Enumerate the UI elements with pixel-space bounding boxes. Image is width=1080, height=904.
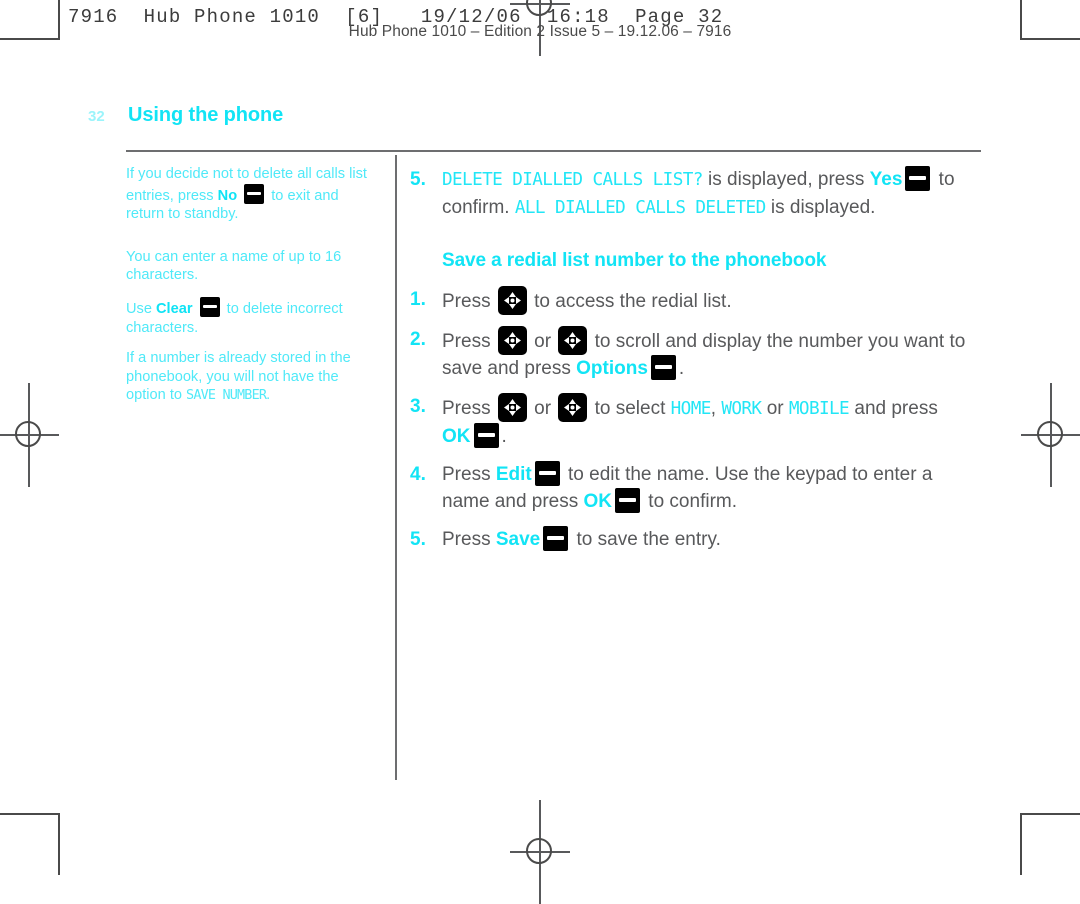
step-item: 1. Press to access the redial list.: [410, 286, 970, 315]
header-rule: [126, 150, 981, 152]
step-text-a: Press: [442, 331, 496, 352]
step-text-b: to select: [589, 398, 671, 419]
step-text: Press Save to save the entry.: [442, 526, 970, 553]
step-number: 5.: [410, 529, 426, 550]
step-text: DELETE DIALLED CALLS LIST? is displayed,…: [442, 166, 970, 222]
crop-mark-bottom-left: [0, 813, 60, 875]
registration-mark-right: [1021, 383, 1080, 487]
sidebar-note-1-keyword-no: No: [217, 187, 238, 204]
keyword-yes: Yes: [869, 169, 903, 190]
sidebar-note-1: If you decide not to delete all calls li…: [126, 165, 376, 224]
softkey-icon: [905, 166, 931, 191]
navigation-key-icon: [558, 326, 588, 355]
step-item: 5. DELETE DIALLED CALLS LIST? is display…: [410, 166, 970, 222]
lcd-prompt-delete-dialled-calls-list: DELETE DIALLED CALLS LIST?: [442, 170, 703, 190]
keyword-ok: OK: [442, 426, 471, 447]
keyword-ok: OK: [583, 491, 613, 512]
step-text-a: Press: [442, 464, 496, 485]
step-item: 3. Press or to select HOME, WORK or MOBI…: [410, 393, 970, 450]
crop-mark-bottom-right: [1020, 813, 1080, 875]
main-content: 5. DELETE DIALLED CALLS LIST? is display…: [410, 166, 970, 564]
step-text: Press or to select HOME, WORK or MOBILE …: [442, 393, 970, 450]
sidebar-note-2: You can enter a name of up to 16 charact…: [126, 248, 342, 284]
step-text-a: is displayed, press: [702, 169, 870, 190]
running-head: 32 Using the phone: [88, 104, 283, 127]
lcd-option-home: HOME: [670, 399, 712, 419]
step-text-a: Press: [442, 398, 496, 419]
step-number: 4.: [410, 464, 426, 485]
step-item: 2. Press or to scroll and display the nu…: [410, 326, 970, 382]
lcd-result-all-dialled-calls-deleted: ALL DIALLED CALLS DELETED: [514, 198, 766, 218]
step-text-c: .: [678, 358, 685, 379]
page-folio: 32: [88, 108, 105, 125]
keyword-edit: Edit: [495, 464, 532, 485]
navigation-key-icon: [558, 393, 588, 422]
step-text: Press Edit to edit the name. Use the key…: [442, 461, 970, 515]
softkey-icon: [543, 526, 569, 551]
step-number: 1.: [410, 289, 426, 310]
step-number: 2.: [410, 329, 426, 350]
navigation-key-icon: [497, 286, 527, 315]
navigation-key-icon: [497, 326, 527, 355]
softkey-icon: [534, 461, 560, 486]
softkey-icon: [615, 488, 641, 513]
sidebar-note-4: If a number is already stored in the pho…: [126, 349, 376, 406]
step-text-b: to access the redial list.: [528, 291, 732, 312]
sidebar-note-3-text-a: Use: [126, 300, 157, 317]
step-text-c: is displayed.: [765, 197, 876, 218]
step-text: Press to access the redial list.: [442, 286, 970, 315]
keyword-options: Options: [576, 358, 648, 379]
step-item: 5. Press Save to save the entry.: [410, 526, 970, 553]
sidebar-note-4-text-b: .: [266, 387, 271, 404]
step-number: 3.: [410, 396, 426, 417]
softkey-icon: [473, 423, 499, 448]
step-number: 5.: [410, 169, 426, 190]
sidebar-notes: If you decide not to delete all calls li…: [126, 165, 376, 418]
step-text-mid: or: [528, 398, 557, 419]
section-heading: Save a redial list number to the phonebo…: [442, 250, 827, 271]
softkey-icon: [244, 183, 265, 204]
step-separator-1: ,: [710, 398, 722, 419]
page-title: Using the phone: [128, 104, 284, 126]
edition-slug: Hub Phone 1010 – Edition 2 Issue 5 – 19.…: [348, 23, 732, 36]
step-text-c: to confirm.: [643, 491, 738, 512]
sidebar-note-3: Use Clear to delete incorrect characters…: [126, 296, 376, 337]
keyword-save: Save: [495, 529, 541, 550]
step-text-c: and press: [849, 398, 938, 419]
step-text: Press or to scroll and display the numbe…: [442, 326, 970, 382]
step-separator-2: or: [761, 398, 789, 419]
lcd-option-mobile: MOBILE: [788, 399, 850, 419]
navigation-key-icon: [497, 393, 527, 422]
step-text-mid: or: [528, 331, 557, 352]
sidebar-note-3-keyword-clear: Clear: [156, 300, 193, 317]
step-text-a: Press: [442, 291, 496, 312]
registration-mark-left: [0, 383, 59, 487]
column-divider-rule: [395, 155, 397, 780]
lcd-option-work: WORK: [721, 399, 762, 419]
softkey-icon: [199, 296, 220, 317]
step-text-a: Press: [442, 529, 496, 550]
registration-mark-bottom: [510, 800, 570, 904]
step-item: 4. Press Edit to edit the name. Use the …: [410, 461, 970, 515]
softkey-icon: [650, 355, 676, 380]
step-text-b: to save the entry.: [571, 529, 721, 550]
step-text-d: .: [501, 426, 507, 447]
sidebar-note-4-lcd-save-number: SAVE NUMBER: [186, 388, 267, 404]
